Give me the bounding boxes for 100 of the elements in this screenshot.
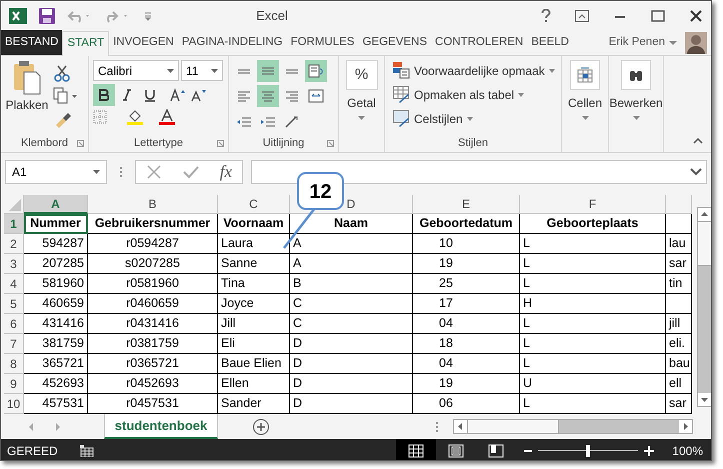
table-cell[interactable]: 452693 <box>24 374 88 394</box>
grow-font-icon[interactable] <box>170 88 186 102</box>
table-cell[interactable]: D <box>290 374 413 394</box>
table-cell[interactable]: 10 <box>413 234 520 254</box>
scroll-up-icon[interactable] <box>698 208 711 221</box>
scroll-thumb[interactable] <box>467 420 559 433</box>
table-cell[interactable]: Jill <box>218 314 290 334</box>
table-cell[interactable]: r0581960 <box>88 274 218 294</box>
table-cell[interactable]: Naam <box>290 214 413 234</box>
table-cell[interactable]: L <box>520 354 666 374</box>
formula-input[interactable] <box>251 160 707 184</box>
table-cell[interactable]: 207285 <box>24 254 88 274</box>
row-header[interactable]: 3 <box>4 254 24 274</box>
scroll-thumb[interactable] <box>698 221 711 266</box>
dialog-launcher-icon[interactable] <box>327 140 334 147</box>
table-cell[interactable]: L <box>520 274 666 294</box>
table-cell[interactable]: Geboorteplaats <box>520 214 666 234</box>
bold-button[interactable] <box>93 84 115 106</box>
table-cell[interactable]: bau <box>666 354 692 374</box>
borders-icon[interactable] <box>93 110 107 124</box>
row-header[interactable]: 1 <box>4 214 24 234</box>
table-cell[interactable]: B <box>290 274 413 294</box>
expand-icon[interactable] <box>690 168 702 176</box>
row-header[interactable]: 5 <box>4 294 24 314</box>
middle-align-button[interactable] <box>257 60 279 82</box>
row-header[interactable]: 10 <box>4 394 24 414</box>
table-cell[interactable]: r0365721 <box>88 354 218 374</box>
ribbon-display-icon[interactable] <box>575 10 589 22</box>
table-cell[interactable]: C <box>290 294 413 314</box>
add-sheet-icon[interactable] <box>252 418 270 436</box>
table-cell[interactable]: Eli <box>218 334 290 354</box>
table-cell[interactable] <box>666 214 692 234</box>
font-size-field[interactable]: 11 <box>181 60 223 81</box>
cell-styles-button[interactable]: Celstijlen <box>393 108 555 129</box>
table-cell[interactable]: D <box>290 394 413 414</box>
table-cell[interactable]: 581960 <box>24 274 88 294</box>
table-cell[interactable]: r0431416 <box>88 314 218 334</box>
table-cell[interactable]: s0207285 <box>88 254 218 274</box>
vertical-scrollbar[interactable] <box>697 207 711 407</box>
number-format-button[interactable]: % Getal <box>343 60 380 134</box>
table-cell[interactable]: L <box>520 234 666 254</box>
help-icon[interactable] <box>541 9 551 23</box>
table-cell[interactable]: L <box>520 314 666 334</box>
macro-record-icon[interactable] <box>80 444 94 456</box>
more-icon[interactable] <box>119 166 123 178</box>
table-cell[interactable]: tin <box>666 274 692 294</box>
dropdown-caret-icon[interactable] <box>167 68 174 72</box>
sheet-tab[interactable]: studentenboek <box>104 414 218 439</box>
ribbon-tab[interactable]: GEGEVENS <box>358 30 432 55</box>
table-cell[interactable]: Gebruikersnummer <box>88 214 218 234</box>
table-cell[interactable]: L <box>520 394 666 414</box>
zoom-level[interactable]: 100% <box>672 442 703 460</box>
table-cell[interactable]: 19 <box>413 374 520 394</box>
excel-logo-icon[interactable] <box>9 7 27 25</box>
table-cell[interactable]: Sander <box>218 394 290 414</box>
ribbon-tab[interactable]: START <box>62 31 110 56</box>
table-cell[interactable]: C <box>290 314 413 334</box>
table-cell[interactable]: 04 <box>413 354 520 374</box>
dialog-launcher-icon[interactable] <box>217 140 224 147</box>
table-cell[interactable]: lau <box>666 234 692 254</box>
paste-button[interactable]: Plakken <box>5 60 49 134</box>
table-cell[interactable]: A <box>290 234 413 254</box>
table-cell[interactable]: 04 <box>413 314 520 334</box>
zoom-in-icon[interactable] <box>644 446 654 456</box>
caret-icon[interactable] <box>669 40 677 46</box>
customize-toolbar-icon[interactable] <box>143 11 153 21</box>
table-cell[interactable]: U <box>520 374 666 394</box>
row-header[interactable]: 6 <box>4 314 24 334</box>
dropdown-caret-icon[interactable] <box>93 170 100 174</box>
file-tab[interactable]: BESTAND <box>1 30 62 55</box>
table-cell[interactable]: 17 <box>413 294 520 314</box>
conditional-format-button[interactable]: Voorwaardelijke opmaak <box>393 60 555 81</box>
row-header[interactable]: 4 <box>4 274 24 294</box>
ribbon-tab[interactable]: INVOEGEN <box>109 30 178 55</box>
dialog-launcher-icon[interactable] <box>77 140 84 147</box>
table-cell[interactable]: r0594287 <box>88 234 218 254</box>
save-icon[interactable] <box>39 8 55 24</box>
table-cell[interactable]: 594287 <box>24 234 88 254</box>
table-cell[interactable] <box>666 294 692 314</box>
row-header[interactable]: 9 <box>4 374 24 394</box>
horizontal-scrollbar[interactable] <box>453 419 693 434</box>
insert-function-button[interactable]: fx <box>220 159 232 185</box>
table-cell[interactable]: r0452693 <box>88 374 218 394</box>
ribbon-tab[interactable]: CONTROLEREN <box>431 30 528 55</box>
row-header[interactable]: 7 <box>4 334 24 354</box>
table-cell[interactable]: Ellen <box>218 374 290 394</box>
table-cell[interactable]: jill <box>666 314 692 334</box>
table-cell[interactable]: Tina <box>218 274 290 294</box>
table-cell[interactable]: 431416 <box>24 314 88 334</box>
table-cell[interactable]: 365721 <box>24 354 88 374</box>
table-cell[interactable]: Geboortedatum <box>413 214 520 234</box>
table-cell[interactable]: Laura <box>218 234 290 254</box>
table-cell[interactable]: 457531 <box>24 394 88 414</box>
table-cell[interactable]: Sanne <box>218 254 290 274</box>
table-cell[interactable]: 25 <box>413 274 520 294</box>
table-cell[interactable]: A <box>290 254 413 274</box>
scroll-right-icon[interactable] <box>679 420 692 433</box>
row-header[interactable]: 8 <box>4 354 24 374</box>
column-header[interactable]: A <box>24 195 88 214</box>
table-cell[interactable]: 460659 <box>24 294 88 314</box>
